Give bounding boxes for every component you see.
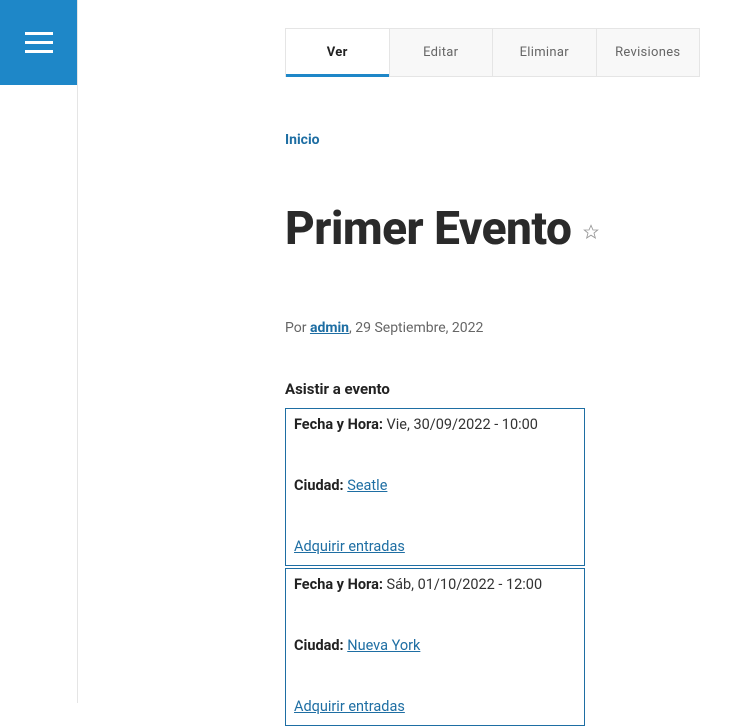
datetime-value: Vie, 30/09/2022 - 10:00 <box>387 416 538 433</box>
byline-date: 29 Septiembre, 2022 <box>355 320 483 336</box>
city-label: Ciudad: <box>294 477 344 494</box>
datetime-label: Fecha y Hora: <box>294 576 383 593</box>
page-title: Primer Evento <box>285 206 571 252</box>
tab-ver[interactable]: Ver <box>286 29 390 76</box>
city-link[interactable]: Seatle <box>347 477 387 494</box>
tab-editar[interactable]: Editar <box>390 29 494 76</box>
section-heading: Asistir a evento <box>285 380 700 398</box>
tabs: Ver Editar Eliminar Revisiones <box>285 28 700 77</box>
star-icon[interactable] <box>583 224 599 240</box>
tab-eliminar[interactable]: Eliminar <box>493 29 597 76</box>
byline: Por admin, 29 Septiembre, 2022 <box>285 320 700 336</box>
sidebar-divider <box>77 0 78 703</box>
byline-prefix: Por <box>285 320 310 336</box>
event-card: Fecha y Hora: Sáb, 01/10/2022 - 12:00 Ci… <box>285 568 585 726</box>
city-label: Ciudad: <box>294 637 344 654</box>
acquire-tickets-link[interactable]: Adquirir entradas <box>294 698 405 715</box>
hamburger-menu-button[interactable] <box>0 0 77 85</box>
author-link[interactable]: admin <box>310 320 349 336</box>
event-card: Fecha y Hora: Vie, 30/09/2022 - 10:00 Ci… <box>285 408 585 566</box>
breadcrumb-home[interactable]: Inicio <box>285 132 700 148</box>
hamburger-icon <box>25 32 53 53</box>
datetime-label: Fecha y Hora: <box>294 416 383 433</box>
city-link[interactable]: Nueva York <box>347 637 420 654</box>
datetime-value: Sáb, 01/10/2022 - 12:00 <box>387 576 543 593</box>
acquire-tickets-link[interactable]: Adquirir entradas <box>294 538 405 555</box>
tab-revisiones[interactable]: Revisiones <box>597 29 700 76</box>
